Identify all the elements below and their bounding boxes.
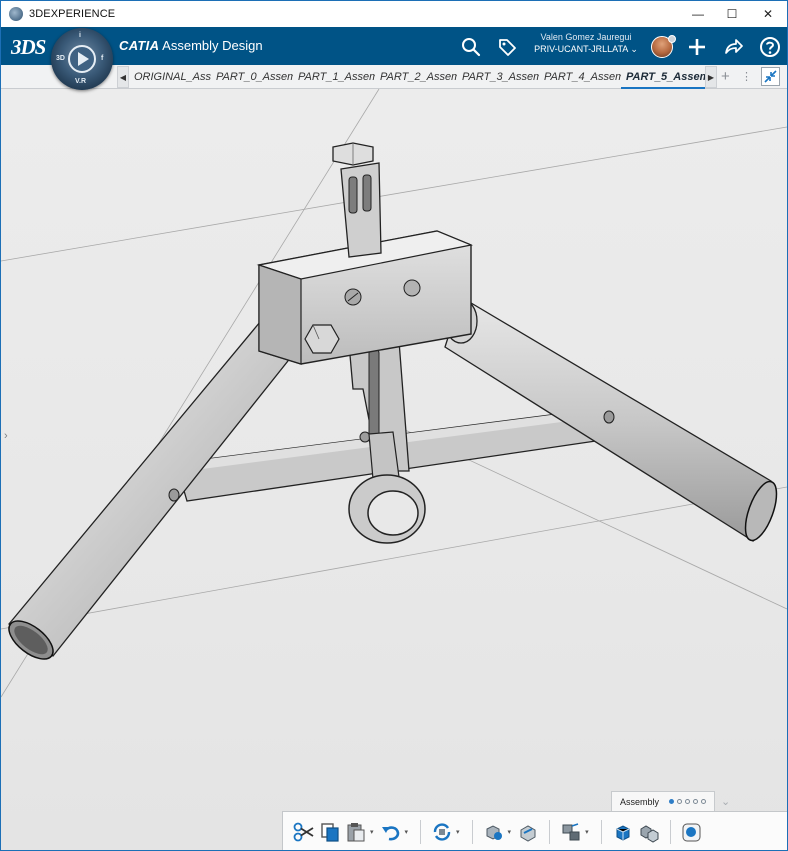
tab-original-assembly[interactable]: ORIGINAL_Ass <box>129 65 211 89</box>
app-logo-icon <box>9 7 23 21</box>
section-bar: Assembly ⌄ <box>611 791 730 811</box>
app-header: 3DS i 3D f V.R CATIA Assembly Design Val… <box>1 27 787 90</box>
section-tab-assembly[interactable]: Assembly <box>611 791 716 811</box>
section-page-dot[interactable] <box>693 799 699 804</box>
3ds-logo-icon[interactable]: 3DS <box>11 35 46 60</box>
toolbar-separator <box>600 819 602 844</box>
explode-dropdown-icon[interactable]: ▾ <box>585 828 589 836</box>
minimize-button[interactable]: — <box>681 1 715 27</box>
application-window: 3DEXPERIENCE — ☐ ✕ 3DS i 3D f V.R CATIA … <box>0 0 788 851</box>
compass-quadrant-f[interactable]: f <box>101 55 103 62</box>
user-name: Valen Gomez Jauregui <box>540 32 632 42</box>
undo-dropdown-icon[interactable]: ▾ <box>405 828 409 836</box>
compass-quadrant-i[interactable]: i <box>79 32 81 39</box>
tab-part-0-assembly[interactable]: PART_0_Assem <box>211 65 293 89</box>
3d-model-canvas[interactable] <box>1 89 787 851</box>
tab-part-5-assembly[interactable]: PART_5_Assem <box>621 65 705 89</box>
toolbar-separator <box>549 819 551 844</box>
tab-scroll-left-button[interactable]: ◀ <box>117 66 129 88</box>
collapse-action-bar-icon[interactable]: ⌄ <box>721 795 730 808</box>
compass-quadrant-vr[interactable]: V.R <box>75 78 86 85</box>
maximize-button[interactable]: ☐ <box>715 1 749 27</box>
insert-existing-icon[interactable] <box>636 818 662 846</box>
adjusting-screw-part[interactable] <box>332 142 382 258</box>
tab-list: ◀ ORIGINAL_Ass PART_0_Assem PART_1_Assem… <box>117 65 717 89</box>
search-icon[interactable] <box>459 35 483 59</box>
section-page-dot[interactable] <box>701 799 707 804</box>
help-icon[interactable] <box>758 35 782 59</box>
app-title: CATIA Assembly Design <box>119 38 263 53</box>
copy-icon[interactable] <box>317 818 343 846</box>
credentials-selector[interactable]: PRIV-UCANT-JRLLATA ⌄ <box>526 44 646 55</box>
undo-icon[interactable] <box>378 818 404 846</box>
section-page-dot[interactable] <box>685 799 691 804</box>
section-pager[interactable] <box>669 799 707 804</box>
tab-part-4-assembly[interactable]: PART_4_Assem <box>539 65 621 89</box>
engineering-connection-icon[interactable] <box>481 818 507 846</box>
presence-icon <box>668 35 676 43</box>
toolbar-separator <box>471 819 473 844</box>
right-leg-tube-part[interactable] <box>444 296 783 544</box>
tab-part-2-assembly[interactable]: PART_2_Assem <box>375 65 457 89</box>
panel-expand-icon[interactable]: › <box>4 430 8 442</box>
action-bar: ▾ ▾ ▾ ▾ ▾ <box>282 811 787 850</box>
fix-icon[interactable] <box>515 818 541 846</box>
rendering-icon[interactable] <box>679 818 705 846</box>
play-icon <box>78 52 89 66</box>
paste-dropdown-icon[interactable]: ▾ <box>370 828 374 836</box>
fullscreen-icon[interactable] <box>761 67 780 86</box>
compass-quadrant-3d[interactable]: 3D <box>56 55 65 62</box>
close-button[interactable]: ✕ <box>751 1 785 27</box>
insert-product-icon[interactable] <box>610 818 636 846</box>
window-title-bar: 3DEXPERIENCE — ☐ ✕ <box>1 1 787 27</box>
compass-button[interactable]: i 3D f V.R <box>51 28 113 90</box>
update-dropdown-icon[interactable]: ▾ <box>456 828 460 836</box>
tab-part-1-assembly[interactable]: PART_1_Assem <box>293 65 375 89</box>
user-menu[interactable]: Valen Gomez Jauregui PRIV-UCANT-JRLLATA … <box>526 32 646 55</box>
section-page-dot[interactable] <box>669 799 675 804</box>
avatar[interactable] <box>651 35 676 58</box>
connection-dropdown-icon[interactable]: ▾ <box>508 828 512 836</box>
tab-bar: ◀ ORIGINAL_Ass PART_0_Assem PART_1_Assem… <box>1 65 787 89</box>
toolbar-separator <box>669 819 671 844</box>
chevron-down-icon: ⌄ <box>630 44 638 54</box>
new-tab-button[interactable]: + <box>721 68 730 85</box>
tab-scroll-right-button[interactable]: ▶ <box>705 66 717 88</box>
product-app-name: Assembly Design <box>162 38 263 53</box>
hex-bolt-part[interactable] <box>304 324 340 354</box>
credentials-label: PRIV-UCANT-JRLLATA <box>534 44 628 54</box>
section-page-dot[interactable] <box>677 799 683 804</box>
3d-viewport[interactable]: › <box>1 89 787 851</box>
product-brand: CATIA <box>119 38 160 53</box>
tab-more-button[interactable]: ⋮ <box>741 70 752 83</box>
paste-icon[interactable] <box>343 818 369 846</box>
window-title: 3DEXPERIENCE <box>29 8 116 20</box>
tab-part-3-assembly[interactable]: PART_3_Assem <box>457 65 539 89</box>
add-icon[interactable] <box>685 35 709 59</box>
share-icon[interactable] <box>721 35 745 59</box>
update-icon[interactable] <box>429 818 455 846</box>
cut-icon[interactable] <box>291 818 317 846</box>
toolbar-separator <box>420 819 422 844</box>
section-label: Assembly <box>620 796 660 807</box>
tag-icon[interactable] <box>495 35 519 59</box>
explode-icon[interactable] <box>558 818 584 846</box>
